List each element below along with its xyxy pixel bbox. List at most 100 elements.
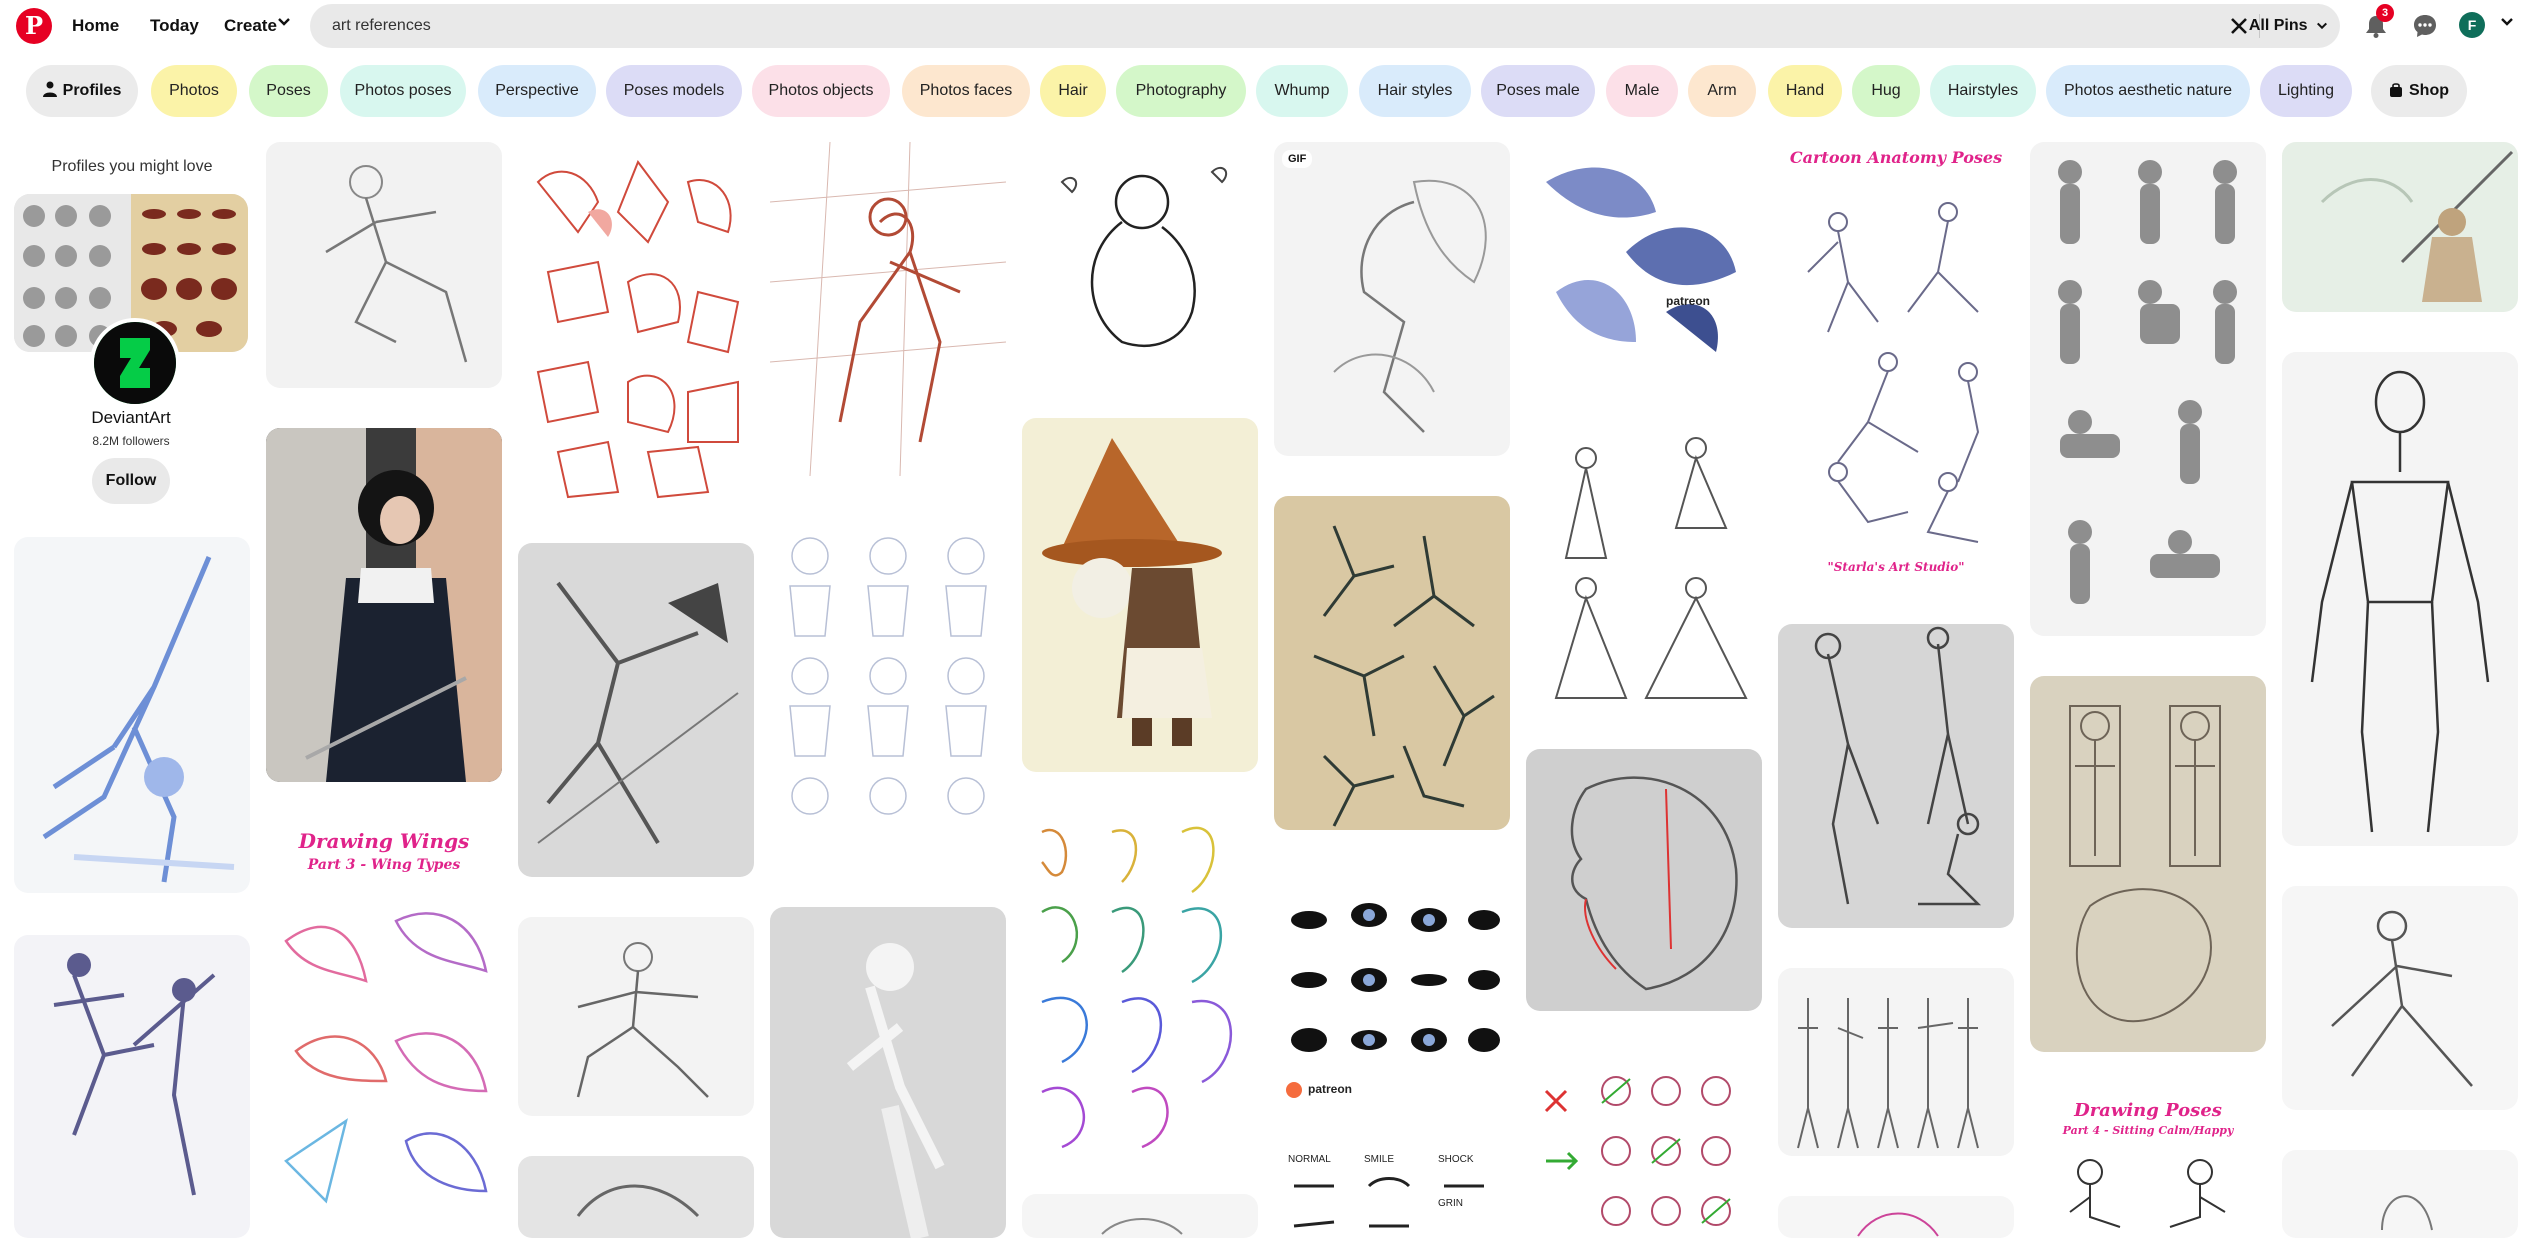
pin-jumping-figure-sketch[interactable] xyxy=(266,142,502,388)
pin-elf-ears-chart[interactable] xyxy=(1022,812,1258,1156)
chip-whump[interactable]: Whump xyxy=(1256,65,1348,117)
pin-hand-poses-red[interactable] xyxy=(518,142,754,503)
pin-image xyxy=(1313,525,1495,827)
pin-lineup-figures[interactable] xyxy=(1778,968,2014,1156)
pin-image xyxy=(2381,1195,2433,1231)
chip-photos-objects[interactable]: Photos objects xyxy=(752,65,890,117)
profiles-heading: Profiles you might love xyxy=(51,158,213,175)
chip-hairstyles[interactable]: Hairstyles xyxy=(1930,65,2036,117)
pin-image xyxy=(53,953,216,1196)
chip-lighting[interactable]: Lighting xyxy=(2260,65,2352,117)
clear-search-icon[interactable] xyxy=(2228,15,2250,37)
pin-purple-figures-sketch[interactable] xyxy=(14,935,250,1238)
pin-hugging-knees-sketch[interactable] xyxy=(1022,142,1258,378)
chip-hair[interactable]: Hair xyxy=(1040,65,1106,117)
pin-head-profile-sketch[interactable] xyxy=(1526,749,1762,1011)
messages-icon[interactable] xyxy=(2411,12,2439,40)
pin-image xyxy=(536,159,740,499)
follow-button[interactable]: Follow xyxy=(92,458,170,504)
pin-flying-sword-sketch[interactable] xyxy=(770,907,1006,1238)
pin-partial-sketch[interactable] xyxy=(1022,1194,1258,1238)
deviantart-avatar[interactable] xyxy=(90,318,180,408)
pin-standing-figures-sketch[interactable] xyxy=(1778,624,2014,928)
chip-photos-poses[interactable]: Photos poses xyxy=(340,65,466,117)
create-label: Create xyxy=(224,16,277,35)
pin-image xyxy=(537,581,739,845)
pin-eye-styles-chart[interactable]: patreon xyxy=(1274,870,1510,1106)
chip-male[interactable]: Male xyxy=(1606,65,1678,117)
pin-image xyxy=(1042,438,1222,746)
pin-partial-figure[interactable] xyxy=(2282,1150,2518,1238)
account-chevron-down-icon[interactable] xyxy=(2500,15,2514,29)
pin-expression-labels-chart[interactable]: NORMAL SMILE SHOCK GRIN xyxy=(1274,1146,1510,1238)
pin-image xyxy=(576,1184,700,1218)
pin-cartoon-anatomy-poses[interactable]: Cartoon Anatomy Poses "Starla's Art Stud… xyxy=(1778,142,2014,584)
pin-image xyxy=(1286,903,1500,1098)
pin-image xyxy=(2331,910,2473,1087)
person-icon xyxy=(42,81,57,97)
chip-poses[interactable]: Poses xyxy=(249,65,328,117)
pin-image xyxy=(266,428,502,782)
chip-hair-styles[interactable]: Hair styles xyxy=(1359,65,1471,117)
pin-witch-character-art[interactable] xyxy=(1022,418,1258,772)
pin-head-angles-chart[interactable] xyxy=(1526,1051,1762,1238)
chip-arm[interactable]: Arm xyxy=(1688,65,1756,117)
pin-birds-wings-sketch[interactable]: patreon xyxy=(1526,142,1762,378)
chevron-down-icon[interactable] xyxy=(277,15,291,29)
pin-partial-image[interactable] xyxy=(1778,1196,2014,1238)
pin-anatomy-proportions-sheet[interactable] xyxy=(2030,676,2266,1052)
pin-action-poses-sheet[interactable] xyxy=(1274,496,1510,830)
deviantart-logo-icon xyxy=(94,322,176,404)
pin-image xyxy=(2320,150,2514,302)
chip-photos[interactable]: Photos xyxy=(151,65,237,117)
pin-blue-dancer-sketch[interactable] xyxy=(14,537,250,893)
pin-drawing-poses-sitting[interactable]: Drawing Poses Part 4 - Sitting Calm/Happ… xyxy=(2030,1092,2266,1238)
pin-image xyxy=(789,537,987,815)
pin-image xyxy=(1797,998,1979,1149)
pin-figure-construction-sketch[interactable] xyxy=(2282,352,2518,846)
chip-poses-male[interactable]: Poses male xyxy=(1481,65,1595,117)
pin-lunging-swordsman-sketch[interactable] xyxy=(2282,886,2518,1110)
pin-grey-sketch-partial[interactable] xyxy=(518,1156,754,1238)
pin-image xyxy=(1546,167,1736,352)
chip-hand[interactable]: Hand xyxy=(1768,65,1842,117)
patreon-label: patreon xyxy=(1666,294,1711,308)
pin-image xyxy=(576,942,709,1098)
pin-image xyxy=(284,912,488,1204)
search-bar[interactable]: art references All Pins xyxy=(310,4,2340,48)
pin-image xyxy=(1101,1218,1183,1235)
pinterest-logo-icon[interactable]: P xyxy=(16,8,52,44)
chip-perspective[interactable]: Perspective xyxy=(478,65,596,117)
pin-crouching-figure-sketch[interactable] xyxy=(518,917,754,1116)
pin-dress-figures-sketch[interactable] xyxy=(1526,418,1762,709)
profile-name[interactable]: DeviantArt xyxy=(14,408,248,428)
pin-sword-fighter-sketch[interactable] xyxy=(518,543,754,877)
user-avatar[interactable]: F xyxy=(2459,12,2485,38)
chip-photos-faces[interactable]: Photos faces xyxy=(902,65,1030,117)
top-navigation-bar: P Home Today Create art references All P… xyxy=(0,0,2540,52)
chip-photography[interactable]: Photography xyxy=(1116,65,1246,117)
pin-perspective-figure-sketch[interactable] xyxy=(770,142,1006,476)
pin-girl-with-katana-photo[interactable] xyxy=(266,428,502,782)
pin-drawing-wings-guide[interactable]: Drawing Wings Part 3 - Wing Types xyxy=(266,821,502,1238)
pin-image xyxy=(1060,166,1228,347)
chip-shop[interactable]: Shop xyxy=(2371,65,2467,117)
chip-photos-aesthetic-nature[interactable]: Photos aesthetic nature xyxy=(2046,65,2250,117)
chevron-down-icon xyxy=(2316,22,2328,29)
pin-gray-mannequin-poses[interactable] xyxy=(2030,142,2266,636)
chip-poses-models[interactable]: Poses models xyxy=(606,65,742,117)
gif-badge: GIF xyxy=(1282,150,1313,168)
today-link[interactable]: Today xyxy=(140,8,209,44)
search-input[interactable]: art references xyxy=(332,4,431,48)
pin-scope-dropdown[interactable]: All Pins xyxy=(2249,4,2328,48)
chip-label: Shop xyxy=(2409,82,2449,99)
pin-winged-figure-gif[interactable]: GIF xyxy=(1274,142,1510,456)
create-menu[interactable]: Create xyxy=(214,8,287,44)
pin-sword-warrior-sketch[interactable] xyxy=(2282,142,2518,312)
pin-torso-construction-grid[interactable] xyxy=(770,516,1006,868)
pin-image xyxy=(846,943,945,1238)
chip-hug[interactable]: Hug xyxy=(1852,65,1920,117)
home-link[interactable]: Home xyxy=(62,8,129,44)
pin-image xyxy=(2069,705,2221,1023)
chip-profiles[interactable]: Profiles xyxy=(26,65,138,117)
